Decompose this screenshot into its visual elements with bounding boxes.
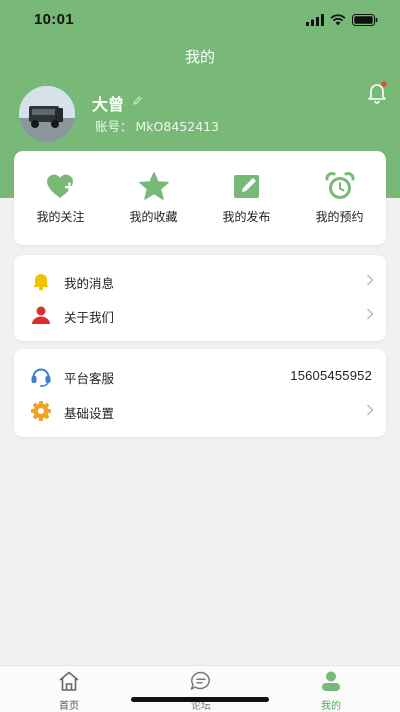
quick-favorites-label: 我的收藏 xyxy=(129,210,178,224)
status-bar: 10:01 xyxy=(0,0,400,40)
chevron-right-icon xyxy=(367,274,374,286)
tab-mine-label: 我的 xyxy=(321,701,341,712)
tab-home[interactable]: 首页 xyxy=(29,670,109,712)
bell-outline-icon xyxy=(368,81,387,104)
battery-icon xyxy=(352,14,378,26)
quick-favorites-button[interactable]: 我的收藏 xyxy=(107,171,200,225)
status-icons xyxy=(306,13,378,27)
chevron-right-icon xyxy=(367,404,374,416)
bottom-tab-bar: 首页 论坛 我的 xyxy=(0,665,400,712)
chat-icon xyxy=(190,671,210,690)
menu-item-messages[interactable]: 我的消息 xyxy=(14,264,386,298)
quick-appointments-button[interactable]: 我的预约 xyxy=(293,171,386,225)
chevron-right-icon xyxy=(367,308,374,320)
quick-appointments-label: 我的预约 xyxy=(315,210,364,224)
edit-name-icon[interactable] xyxy=(132,95,143,106)
gear-icon xyxy=(31,401,51,421)
menu-item-messages-label: 我的消息 xyxy=(64,276,115,291)
quick-posts-button[interactable]: 我的发布 xyxy=(200,171,293,225)
wifi-icon xyxy=(330,14,346,26)
edit-square-icon xyxy=(233,175,259,198)
menu-item-customer-service[interactable]: 平台客服 15605455952 xyxy=(14,359,386,393)
person-icon xyxy=(32,306,50,324)
account-label: 账号： xyxy=(95,119,133,134)
avatar[interactable] xyxy=(19,86,75,142)
home-indicator xyxy=(131,697,269,702)
status-time: 10:01 xyxy=(34,11,74,28)
quick-posts-label: 我的发布 xyxy=(222,210,271,224)
tab-forum[interactable]: 论坛 xyxy=(161,670,241,712)
heart-plus-icon xyxy=(46,174,74,198)
menu-item-about[interactable]: 关于我们 xyxy=(14,298,386,332)
headset-icon xyxy=(31,368,51,387)
menu-card-1: 我的消息 关于我们 xyxy=(14,255,386,341)
bell-icon xyxy=(33,274,49,291)
username: 大曾 xyxy=(92,95,125,114)
alarm-clock-icon xyxy=(325,172,354,199)
tab-mine[interactable]: 我的 xyxy=(291,670,371,712)
signal-icon xyxy=(306,14,324,26)
menu-item-about-label: 关于我们 xyxy=(64,310,115,325)
home-icon xyxy=(59,671,79,691)
quick-follow-button[interactable]: 我的关注 xyxy=(14,171,107,225)
account-id: MkO8452413 xyxy=(135,119,220,134)
quick-actions-card: 我的关注 我的收藏 我的发布 我的预约 xyxy=(14,151,386,245)
user-icon xyxy=(322,671,340,691)
menu-card-2: 平台客服 15605455952 基础设置 xyxy=(14,349,386,437)
menu-item-settings-label: 基础设置 xyxy=(64,406,115,421)
star-icon xyxy=(138,172,169,200)
car-photo-icon xyxy=(19,86,75,142)
account-line: 账号： MkO8452413 xyxy=(92,116,219,135)
tab-home-label: 首页 xyxy=(59,701,79,712)
notification-dot xyxy=(381,81,387,87)
customer-service-phone[interactable]: 15605455952 xyxy=(290,368,372,383)
notification-bell-button[interactable] xyxy=(365,80,389,104)
page-title: 我的 xyxy=(184,48,215,66)
menu-item-settings[interactable]: 基础设置 xyxy=(14,394,386,428)
menu-item-customer-service-label: 平台客服 xyxy=(64,371,115,386)
quick-follow-label: 我的关注 xyxy=(36,210,85,224)
